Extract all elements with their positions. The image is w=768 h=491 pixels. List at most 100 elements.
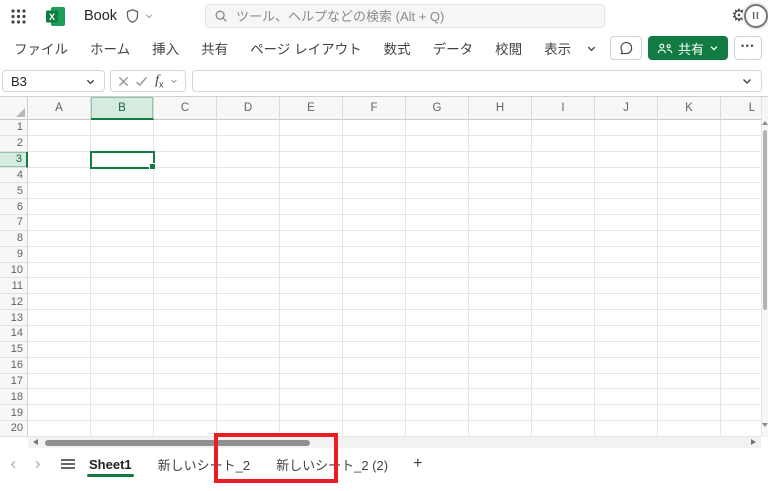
cell-H18[interactable] [469, 389, 532, 406]
cell-E13[interactable] [280, 310, 343, 326]
cell-C17[interactable] [154, 373, 217, 390]
scroll-right-arrow-icon[interactable] [751, 439, 756, 445]
cell-A19[interactable] [28, 405, 91, 422]
cell-B17[interactable] [91, 373, 154, 390]
cell-D14[interactable] [217, 325, 280, 342]
cell-B11[interactable] [91, 278, 154, 295]
column-header-D[interactable]: D [217, 97, 280, 120]
cell-B7[interactable] [91, 215, 154, 231]
cell-F6[interactable] [343, 199, 406, 216]
row-header-14[interactable]: 14 [0, 325, 28, 342]
cell-F1[interactable] [343, 120, 406, 136]
column-header-J[interactable]: J [595, 97, 658, 120]
cell-J1[interactable] [595, 120, 658, 136]
cell-G9[interactable] [406, 246, 469, 263]
cell-G10[interactable] [406, 262, 469, 279]
cell-D1[interactable] [217, 120, 280, 136]
cell-G3[interactable] [406, 151, 469, 168]
cell-D20[interactable] [217, 421, 280, 437]
cell-H8[interactable] [469, 230, 532, 247]
cell-D11[interactable] [217, 278, 280, 295]
row-header-17[interactable]: 17 [0, 373, 28, 390]
cell-E1[interactable] [280, 120, 343, 136]
excel-logo-icon[interactable]: X [46, 6, 66, 26]
cell-L3[interactable] [721, 151, 762, 168]
cell-F5[interactable] [343, 183, 406, 200]
cell-B16[interactable] [91, 357, 154, 374]
cell-K14[interactable] [658, 325, 721, 342]
search-field[interactable] [236, 8, 596, 24]
column-header-B[interactable]: B [91, 97, 154, 120]
cell-A13[interactable] [28, 310, 91, 326]
cell-I20[interactable] [532, 421, 595, 437]
search-input[interactable] [205, 4, 605, 28]
column-header-L[interactable]: L [721, 97, 762, 120]
cell-I13[interactable] [532, 310, 595, 326]
cell-C12[interactable] [154, 294, 217, 311]
cell-H16[interactable] [469, 357, 532, 374]
row-header-3[interactable]: 3 [0, 151, 28, 168]
cell-C5[interactable] [154, 183, 217, 200]
cell-B6[interactable] [91, 199, 154, 216]
cell-G19[interactable] [406, 405, 469, 422]
cell-K18[interactable] [658, 389, 721, 406]
cell-F3[interactable] [343, 151, 406, 168]
cell-E20[interactable] [280, 421, 343, 437]
cell-L1[interactable] [721, 120, 762, 136]
scroll-down-arrow-icon[interactable] [762, 423, 768, 427]
cell-E3[interactable] [280, 151, 343, 168]
ribbon-options-chevron-icon[interactable] [582, 43, 601, 54]
cell-D5[interactable] [217, 183, 280, 200]
horizontal-scrollbar[interactable] [28, 437, 761, 448]
cell-J2[interactable] [595, 135, 658, 152]
row-header-4[interactable]: 4 [0, 167, 28, 184]
menu-tab-7[interactable]: 校閲 [484, 32, 533, 64]
row-header-12[interactable]: 12 [0, 294, 28, 311]
cell-E11[interactable] [280, 278, 343, 295]
cell-I19[interactable] [532, 405, 595, 422]
cell-G6[interactable] [406, 199, 469, 216]
menu-tab-6[interactable]: データ [422, 32, 485, 64]
vertical-scrollbar[interactable] [761, 97, 768, 437]
share-button[interactable]: 共有 [647, 36, 728, 60]
cell-C9[interactable] [154, 246, 217, 263]
cell-A10[interactable] [28, 262, 91, 279]
cell-J9[interactable] [595, 246, 658, 263]
cell-I18[interactable] [532, 389, 595, 406]
cell-G5[interactable] [406, 183, 469, 200]
cell-L5[interactable] [721, 183, 762, 200]
comments-button[interactable] [609, 36, 642, 60]
cell-K11[interactable] [658, 278, 721, 295]
scroll-left-arrow-icon[interactable] [33, 439, 38, 445]
cell-E8[interactable] [280, 230, 343, 247]
sheet-tab-1[interactable]: 新しいシート_2 [145, 448, 263, 480]
cell-F2[interactable] [343, 135, 406, 152]
cell-L2[interactable] [721, 135, 762, 152]
cell-K16[interactable] [658, 357, 721, 374]
cell-G8[interactable] [406, 230, 469, 247]
formula-field[interactable] [199, 73, 755, 89]
cell-E15[interactable] [280, 341, 343, 358]
cell-L6[interactable] [721, 199, 762, 216]
cell-C3[interactable] [154, 151, 217, 168]
cell-B3[interactable] [91, 151, 154, 168]
cell-H2[interactable] [469, 135, 532, 152]
cell-E7[interactable] [280, 215, 343, 231]
cell-E19[interactable] [280, 405, 343, 422]
cell-F12[interactable] [343, 294, 406, 311]
cell-L7[interactable] [721, 215, 762, 231]
cell-I6[interactable] [532, 199, 595, 216]
cell-A17[interactable] [28, 373, 91, 390]
menu-tab-4[interactable]: ページ レイアウト [239, 32, 372, 64]
cell-F14[interactable] [343, 325, 406, 342]
cell-E17[interactable] [280, 373, 343, 390]
cell-K10[interactable] [658, 262, 721, 279]
cell-I15[interactable] [532, 341, 595, 358]
name-box[interactable]: B3 [2, 70, 105, 92]
cell-B4[interactable] [91, 167, 154, 184]
cell-H11[interactable] [469, 278, 532, 295]
sheet-nav-prev-icon[interactable] [8, 459, 19, 470]
cell-K15[interactable] [658, 341, 721, 358]
cell-A8[interactable] [28, 230, 91, 247]
cell-J8[interactable] [595, 230, 658, 247]
